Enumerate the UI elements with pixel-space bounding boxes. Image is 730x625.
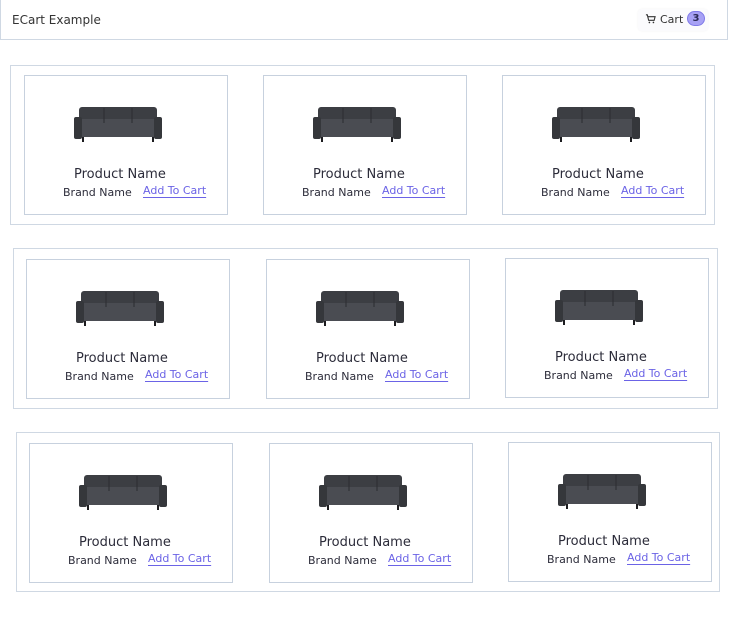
- product-card: Product Name Brand Name Add To Cart: [263, 75, 467, 215]
- brand-name: Brand Name: [308, 554, 377, 567]
- brand-name: Brand Name: [68, 554, 137, 567]
- cart-button[interactable]: Cart 3: [638, 9, 708, 31]
- product-card: Product Name Brand Name Add To Cart: [502, 75, 706, 215]
- add-to-cart-button[interactable]: Add To Cart: [385, 368, 448, 381]
- brand-name: Brand Name: [544, 369, 613, 382]
- product-card: Product Name Brand Name Add To Cart: [505, 258, 709, 398]
- add-to-cart-button[interactable]: Add To Cart: [143, 184, 206, 197]
- product-row-1: Product Name Brand Name Add To Cart Prod…: [10, 65, 715, 225]
- product-card: Product Name Brand Name Add To Cart: [508, 442, 712, 582]
- add-to-cart-button[interactable]: Add To Cart: [624, 367, 687, 380]
- cart-label: Cart: [660, 13, 684, 26]
- product-name: Product Name: [555, 350, 647, 365]
- sofa-image: [555, 290, 643, 325]
- product-card: Product Name Brand Name Add To Cart: [26, 259, 230, 399]
- sofa-image: [316, 291, 404, 326]
- brand-name: Brand Name: [305, 370, 374, 383]
- sofa-image: [79, 475, 167, 510]
- cart-icon: [645, 14, 656, 24]
- product-name: Product Name: [76, 351, 168, 366]
- product-row-3: Product Name Brand Name Add To Cart Prod…: [16, 432, 720, 592]
- product-name: Product Name: [74, 167, 166, 182]
- product-name: Product Name: [79, 535, 171, 550]
- product-name: Product Name: [316, 351, 408, 366]
- brand-name: Brand Name: [63, 186, 132, 199]
- brand-name: Brand Name: [547, 553, 616, 566]
- add-to-cart-button[interactable]: Add To Cart: [145, 368, 208, 381]
- add-to-cart-button[interactable]: Add To Cart: [621, 184, 684, 197]
- sofa-image: [76, 291, 164, 326]
- top-navbar: ECart Example Cart 3: [0, 0, 728, 40]
- brand-name: Brand Name: [541, 186, 610, 199]
- app-title: ECart Example: [12, 13, 101, 27]
- product-card: Product Name Brand Name Add To Cart: [266, 259, 470, 399]
- add-to-cart-button[interactable]: Add To Cart: [382, 184, 445, 197]
- product-name: Product Name: [558, 534, 650, 549]
- sofa-image: [552, 107, 640, 142]
- sofa-image: [74, 107, 162, 142]
- product-name: Product Name: [319, 535, 411, 550]
- product-name: Product Name: [552, 167, 644, 182]
- sofa-image: [558, 474, 646, 509]
- product-card: Product Name Brand Name Add To Cart: [29, 443, 233, 583]
- product-card: Product Name Brand Name Add To Cart: [24, 75, 228, 215]
- add-to-cart-button[interactable]: Add To Cart: [627, 551, 690, 564]
- brand-name: Brand Name: [302, 186, 371, 199]
- add-to-cart-button[interactable]: Add To Cart: [388, 552, 451, 565]
- product-card: Product Name Brand Name Add To Cart: [269, 443, 473, 583]
- brand-name: Brand Name: [65, 370, 134, 383]
- add-to-cart-button[interactable]: Add To Cart: [148, 552, 211, 565]
- product-name: Product Name: [313, 167, 405, 182]
- product-row-2: Product Name Brand Name Add To Cart Prod…: [13, 248, 718, 409]
- cart-count-badge: 3: [687, 11, 705, 26]
- sofa-image: [319, 475, 407, 510]
- sofa-image: [313, 107, 401, 142]
